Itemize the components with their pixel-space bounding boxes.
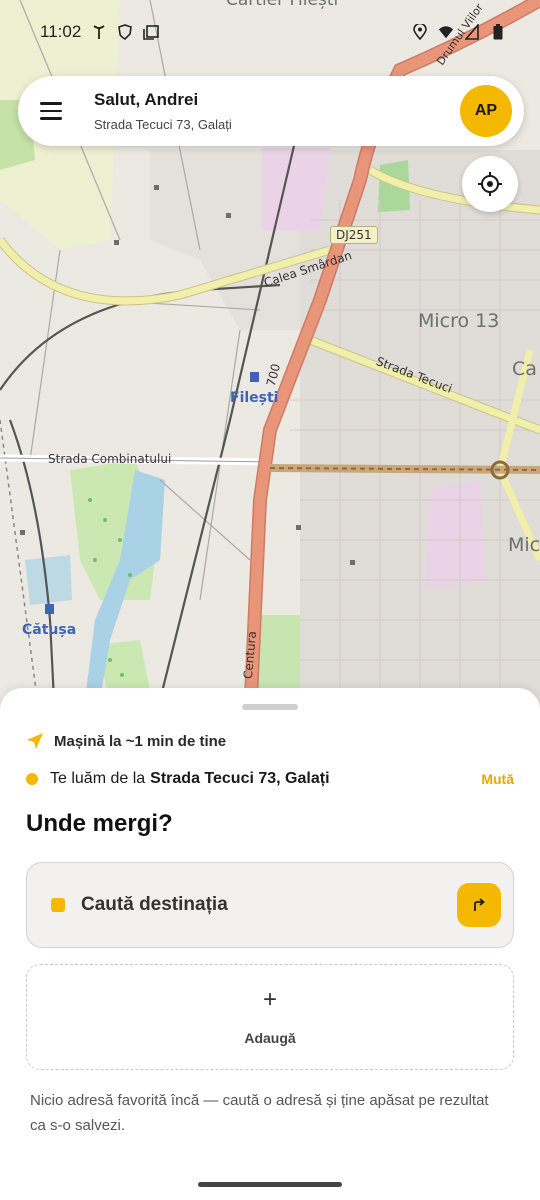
add-label: Adaugă: [244, 1030, 296, 1046]
pickup-prefix: Te luăm de la: [50, 770, 146, 787]
destination-question: Unde mergi?: [26, 810, 173, 837]
locate-me-button[interactable]: [462, 156, 518, 212]
map-label-ca: Ca: [512, 358, 537, 380]
crosshair-icon: [478, 172, 502, 196]
status-bar: 11:02: [0, 18, 540, 46]
pickup-row: Te luăm de la Strada Tecuci 73, Galați M…: [26, 770, 514, 788]
menu-icon-line: [40, 117, 62, 120]
status-time: 11:02: [40, 22, 82, 41]
wifi-icon: [438, 24, 454, 40]
sheet-drag-handle[interactable]: [242, 704, 298, 710]
greeting-title: Salut, Andrei: [94, 90, 199, 109]
map-label-micro13: Micro 13: [418, 310, 500, 332]
destination-search-input[interactable]: Caută destinația: [26, 862, 514, 948]
shield-icon: [117, 24, 133, 40]
avatar[interactable]: AP: [460, 85, 512, 137]
turn-right-arrow-icon: [474, 898, 485, 911]
add-favorite-button[interactable]: + Adaugă: [26, 964, 514, 1070]
pickup-dot-icon: [26, 773, 38, 785]
favorites-hint: Nicio adresă favorită încă — caută o adr…: [30, 1092, 489, 1134]
location-icon: [412, 24, 428, 40]
menu-icon-line: [40, 109, 62, 113]
destination-marker-icon: [51, 898, 65, 912]
map-badge-dj251: DJ251: [330, 226, 378, 244]
signal-icon: [464, 24, 480, 40]
search-placeholder: Caută destinația: [81, 894, 228, 915]
map-label-strada-combinatului: Strada Combinatului: [48, 452, 172, 466]
navigation-arrow-icon: [27, 733, 43, 749]
greeting-text: Salut, Andrei Strada Tecuci 73, Galați: [94, 90, 460, 132]
map-label-mic: Mic: [508, 534, 540, 556]
greeting-card: Salut, Andrei Strada Tecuci 73, Galați A…: [18, 76, 524, 146]
screenshot-icon: [143, 24, 160, 40]
plus-icon: +: [262, 986, 277, 1013]
bottom-sheet: Mașină la ~1 min de tine Te luăm de la S…: [0, 688, 540, 1200]
eta-row: Mașină la ~1 min de tine: [26, 732, 226, 750]
eta-text: Mașină la ~1 min de tine: [54, 732, 227, 750]
map-label-catusa: Cătușa: [22, 622, 77, 638]
go-button[interactable]: [457, 883, 501, 927]
map-label-cartier: Cartier Filești: [226, 0, 339, 10]
current-address: Strada Tecuci 73, Galați: [94, 117, 232, 132]
system-nav-handle[interactable]: [198, 1182, 342, 1187]
menu-button[interactable]: [40, 97, 68, 125]
pickup-address: Strada Tecuci 73, Galați: [150, 770, 330, 787]
move-pickup-link[interactable]: Mută: [481, 771, 514, 787]
menu-icon-line: [40, 102, 62, 105]
battery-icon: [490, 24, 506, 40]
antenna-icon: [91, 24, 107, 40]
map-label-filesti: Filești: [230, 390, 279, 406]
